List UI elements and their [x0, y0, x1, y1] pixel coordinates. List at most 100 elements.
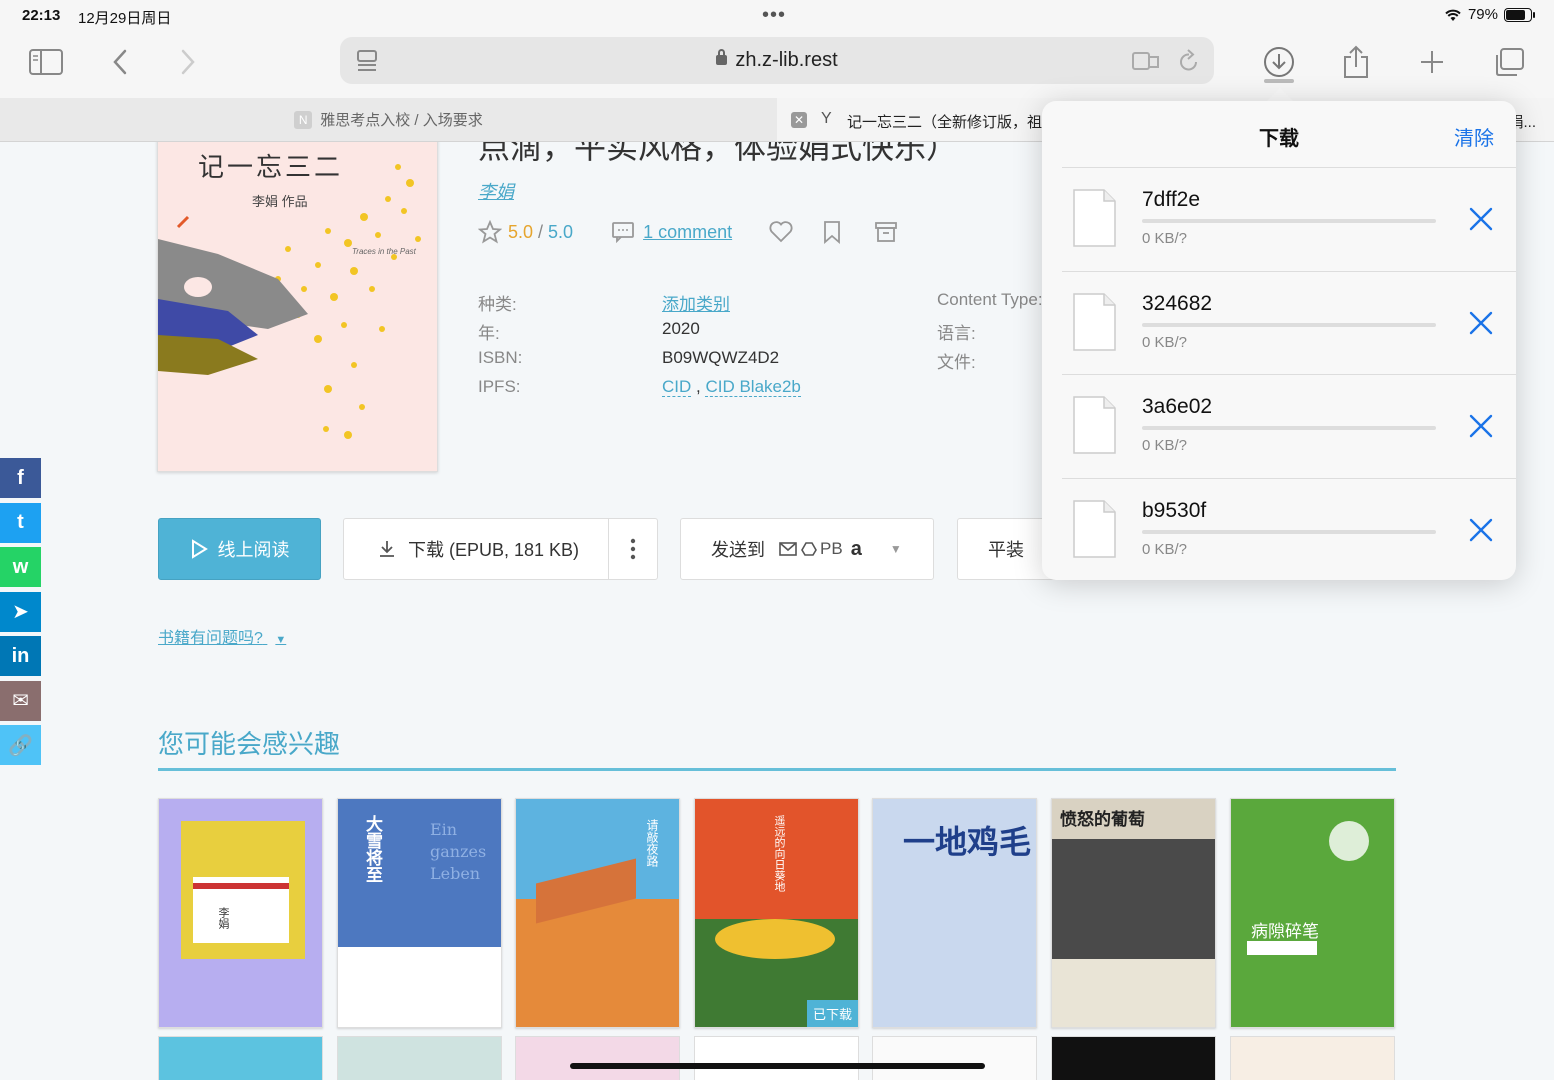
book-title: 点滴，平实风格，体验娟式快乐）	[478, 142, 959, 165]
recommended-book-3[interactable]: 请敲夜路	[515, 798, 680, 1028]
prop-label-isbn: ISBN:	[478, 348, 523, 367]
recommended-book-5[interactable]: 一地鸡毛	[872, 798, 1037, 1028]
clear-downloads-button[interactable]: 清除	[1454, 122, 1494, 151]
status-bar: 22:13 12月29日周日 ••• 79%	[0, 0, 1554, 32]
download-item[interactable]: b9530f 0 KB/?	[1062, 477, 1516, 581]
cover-illustration	[158, 164, 421, 439]
prop-value-year: 2020	[662, 319, 700, 338]
recommended-book-6[interactable]: 愤怒的葡萄	[1051, 798, 1216, 1028]
file-icon	[1073, 292, 1116, 351]
recommended-book-1[interactable]: 李娟	[158, 798, 323, 1028]
cover-title: 病隙碎笔	[1251, 922, 1319, 942]
recommended-book-13[interactable]	[1051, 1036, 1216, 1080]
download-progress-bar	[1142, 529, 1436, 534]
heart-icon[interactable]	[768, 220, 794, 244]
recommended-book-12[interactable]	[872, 1036, 1037, 1080]
section-divider	[158, 768, 1396, 771]
prop-label-content-type: Content Type:	[937, 290, 1043, 309]
close-tab-icon[interactable]: ✕	[791, 112, 807, 128]
url-text[interactable]: zh.z-lib.rest	[340, 49, 1214, 72]
amazon-icon: a	[850, 537, 862, 560]
download-item[interactable]: 3a6e02 0 KB/?	[1062, 374, 1516, 477]
properties-right-labels: Content Type: 语言: 文件:	[937, 290, 1043, 377]
sidebar-icon[interactable]	[26, 42, 66, 82]
link-icon[interactable]: 🔗	[0, 725, 41, 765]
recommended-book-8[interactable]	[158, 1036, 323, 1080]
battery-icon	[1504, 7, 1535, 22]
lock-icon	[716, 49, 728, 65]
prop-label-year: 年:	[478, 324, 500, 343]
tabs-overview-icon[interactable]	[1489, 42, 1529, 82]
cover-title: 大雪将至	[362, 815, 382, 883]
add-category-link[interactable]: 添加类别	[662, 295, 730, 314]
multitask-dots-icon[interactable]: •••	[762, 4, 786, 27]
prop-label-category: 种类:	[478, 295, 517, 314]
recommended-book-14[interactable]	[1230, 1036, 1395, 1080]
downloads-icon[interactable]	[1259, 42, 1299, 82]
new-tab-icon[interactable]	[1412, 42, 1452, 82]
download-filename: 7dff2e	[1142, 188, 1201, 211]
bookmark-icon[interactable]	[822, 220, 842, 244]
tab-favicon: N	[294, 110, 313, 129]
address-bar[interactable]: zh.z-lib.rest	[340, 37, 1214, 84]
book-author-link[interactable]: 李娟	[478, 178, 514, 204]
recommended-book-2[interactable]: 大雪将至 Ein ganzes Leben	[337, 798, 502, 1028]
email-icon[interactable]: ✉	[0, 680, 41, 721]
download-filename: b9530f	[1142, 498, 1207, 522]
play-icon	[191, 539, 208, 559]
cancel-download-icon[interactable]	[1466, 308, 1496, 338]
file-icon	[1073, 499, 1116, 558]
recommended-book-10[interactable]	[515, 1036, 680, 1080]
telegram-icon[interactable]: ➤	[0, 591, 41, 632]
download-item[interactable]: 324682 0 KB/?	[1062, 270, 1516, 374]
book-problem-link[interactable]: 书籍有问题吗? ▼	[158, 624, 286, 648]
download-progress-bar	[1142, 426, 1436, 430]
twitter-icon[interactable]: t	[0, 502, 41, 543]
comment-link[interactable]: 1 comment	[643, 222, 732, 243]
read-online-button[interactable]: 线上阅读	[158, 518, 321, 580]
tab-ielts[interactable]: N 雅思考点入校 / 入场要求	[0, 98, 777, 141]
cancel-download-icon[interactable]	[1466, 204, 1496, 234]
file-icon	[1073, 396, 1116, 454]
recommended-book-4[interactable]: 遥远的向日葵地 已下载	[694, 798, 859, 1028]
prop-label-file: 文件:	[937, 353, 976, 372]
wifi-icon	[1445, 9, 1461, 21]
cover-title: 李娟	[217, 907, 230, 929]
home-indicator[interactable]	[570, 1063, 985, 1069]
book-cover[interactable]: 记一忘三二 李娟 作品 Traces in the Past	[157, 142, 438, 472]
file-icon	[1073, 189, 1116, 247]
tab-favicon: Y	[821, 110, 832, 127]
share-icon[interactable]	[1336, 42, 1376, 82]
comment-icon[interactable]	[611, 221, 635, 243]
cancel-download-icon[interactable]	[1466, 411, 1496, 441]
archive-icon[interactable]	[874, 220, 898, 244]
prop-label-language: 语言:	[937, 324, 976, 343]
ipfs-cid-link[interactable]: CID	[662, 377, 692, 397]
battery-percent: 79%	[1467, 6, 1498, 23]
download-item[interactable]: 7dff2e 0 KB/?	[1062, 167, 1516, 270]
recommended-book-9[interactable]	[337, 1036, 502, 1080]
recommended-book-7[interactable]: 病隙碎笔	[1230, 798, 1395, 1028]
more-options-icon[interactable]	[609, 519, 657, 579]
ipfs-blake2b-link[interactable]: CID Blake2b	[705, 377, 801, 397]
status-date: 12月29日周日	[78, 10, 172, 27]
linkedin-icon[interactable]: in	[0, 636, 41, 676]
download-size: 0 KB/?	[1142, 333, 1188, 351]
email-send-icon	[779, 542, 797, 556]
cancel-download-icon[interactable]	[1466, 515, 1496, 545]
download-progress-bar	[1142, 322, 1436, 327]
facebook-icon[interactable]: f	[0, 458, 41, 498]
reload-icon[interactable]	[1178, 49, 1200, 73]
send-to-button[interactable]: 发送到 PB a ▼	[680, 518, 934, 580]
download-epub-button[interactable]: 下载 (EPUB, 181 KB)	[344, 519, 610, 579]
translate-icon[interactable]	[1132, 51, 1160, 71]
download-button-group: 下载 (EPUB, 181 KB)	[343, 518, 658, 580]
tab-title: 雅思考点入校 / 入场要求	[320, 112, 483, 129]
forward-icon[interactable]	[168, 42, 208, 82]
cover-title: 请敲夜路	[645, 819, 659, 867]
prop-label-ipfs: IPFS:	[478, 377, 521, 396]
download-size: 0 KB/?	[1142, 230, 1188, 247]
recommended-book-11[interactable]	[694, 1036, 859, 1080]
whatsapp-icon[interactable]: w	[0, 547, 41, 587]
back-icon[interactable]	[100, 42, 140, 82]
